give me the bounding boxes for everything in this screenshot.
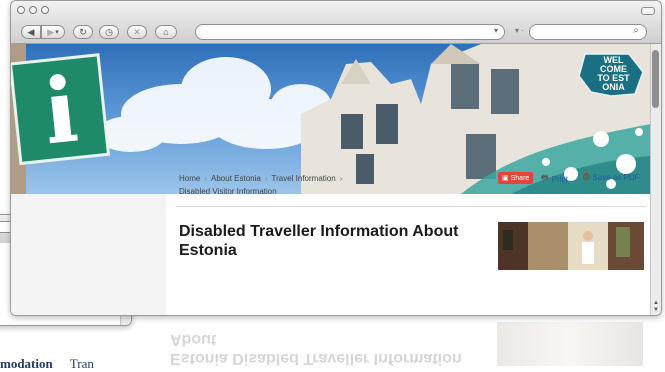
history-button[interactable]: ◷ — [99, 25, 119, 39]
breadcrumb-about-estonia[interactable]: About Estonia — [211, 174, 261, 183]
forward-arrow-icon: ▶ — [47, 26, 55, 37]
search-field[interactable]: ⌕ — [529, 24, 647, 40]
pdf-icon: ⎙ — [583, 172, 590, 181]
address-bar[interactable]: ▾ — [195, 24, 505, 40]
home-icon: ⌂ — [163, 27, 169, 37]
scroll-thumb[interactable] — [652, 50, 659, 108]
toolbar-separator-icon: ▾ · — [515, 26, 524, 35]
content-divider — [176, 206, 646, 207]
close-window-button[interactable] — [17, 6, 25, 14]
main-browser-window: ◀ ▶ ▾ ↻ ◷ ✕ ⌂ ▾ ▾ · ⌕ WEL COME TO EST ON… — [10, 0, 662, 316]
history-icon: ◷ — [105, 26, 113, 37]
breadcrumb: Home › About Estonia › Travel Information › D… — [179, 172, 346, 198]
info-sign-icon — [11, 53, 111, 166]
window-reflection-photo — [497, 322, 643, 366]
window-reflection-title: Estonia Disabled Traveller Information A… — [170, 331, 462, 367]
breadcrumb-current-page: Disabled Visitor Information — [179, 187, 277, 196]
back-arrow-icon: ◀ — [27, 26, 35, 37]
print-label: Print — [551, 174, 569, 184]
zoom-window-button[interactable] — [41, 6, 49, 14]
street-scene-image — [498, 222, 644, 270]
share-button[interactable]: ▣ Share — [498, 172, 534, 184]
back-button[interactable]: ◀ — [21, 25, 41, 39]
window-collapse-button[interactable] — [641, 7, 655, 15]
search-icon: ⌕ — [633, 25, 639, 36]
printer-icon: 🖶 — [541, 173, 549, 182]
home-button[interactable]: ⌂ — [155, 25, 177, 39]
window-controls — [17, 6, 49, 14]
chevron-right-icon: › — [264, 174, 268, 183]
reload-icon: ↻ — [79, 26, 87, 37]
stop-button[interactable]: ✕ — [127, 25, 147, 39]
browser-toolbar: ◀ ▶ ▾ ↻ ◷ ✕ ⌂ ▾ ▾ · ⌕ — [11, 1, 661, 44]
chevron-right-icon: › — [339, 174, 343, 183]
background-tab-labels: modation Tran — [0, 356, 108, 372]
left-sidebar — [11, 194, 166, 315]
reload-button[interactable]: ↻ — [73, 25, 93, 39]
dropdown-icon: ▾ — [55, 29, 59, 36]
main-vertical-scrollbar[interactable]: ▲ ▼ — [650, 44, 661, 315]
dropdown-icon: ▾ — [493, 26, 498, 35]
welcome-logo-text: WEL COME TO EST ONIA — [597, 55, 630, 92]
minimize-window-button[interactable] — [29, 6, 37, 14]
scroll-up-arrow-icon[interactable]: ▲ — [651, 300, 661, 307]
traveller-photo — [498, 222, 644, 270]
scroll-down-arrow-icon[interactable]: ▼ — [651, 307, 661, 314]
print-link[interactable]: 🖶 Print — [541, 172, 568, 186]
web-page: WEL COME TO EST ONIA Home › About Estonia ›… — [11, 44, 651, 315]
breadcrumb-home[interactable]: Home — [179, 174, 200, 183]
breadcrumb-travel-information[interactable]: Travel Information — [272, 174, 336, 183]
stop-icon: ✕ — [133, 26, 141, 37]
save-as-pdf-label: Save as PDF — [592, 172, 640, 182]
forward-button[interactable]: ▶ ▾ — [41, 25, 65, 39]
share-icon: ▣ — [502, 175, 509, 182]
page-title: Disabled Traveller Information About Est… — [179, 223, 459, 259]
share-button-label: Share — [510, 174, 530, 182]
cloud-shapes — [96, 57, 331, 152]
chevron-right-icon: › — [204, 174, 208, 183]
save-as-pdf-link[interactable]: ⎙ Save as PDF — [583, 172, 640, 182]
